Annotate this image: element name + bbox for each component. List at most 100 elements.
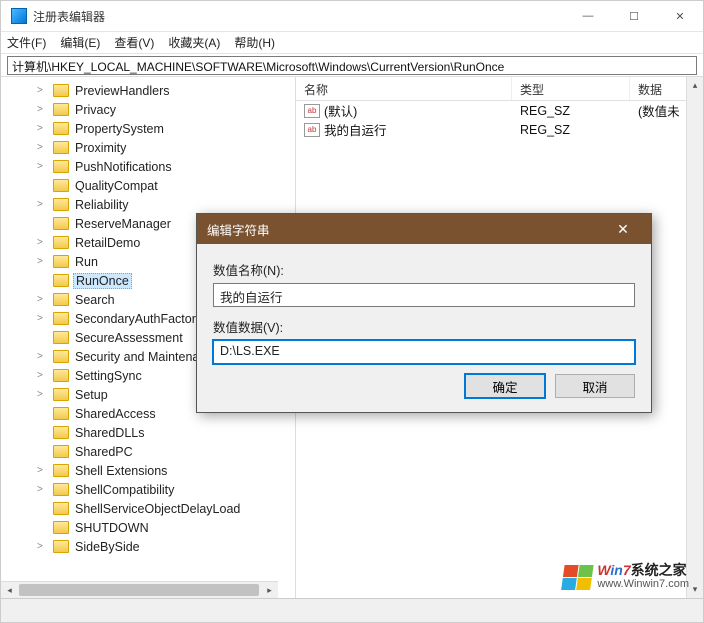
folder-icon: [53, 179, 69, 192]
tree-item-label: SharedPC: [73, 445, 135, 459]
menu-file[interactable]: 文件(F): [7, 34, 46, 51]
cancel-button[interactable]: 取消: [555, 374, 635, 398]
tree-item-label: SharedDLLs: [73, 426, 147, 440]
tree-item-label: QualityCompat: [73, 179, 160, 193]
tree-item-label: RunOnce: [73, 273, 132, 289]
tree-item[interactable]: SharedPC: [1, 442, 295, 461]
folder-icon: [53, 84, 69, 97]
folder-icon: [53, 293, 69, 306]
folder-icon: [53, 141, 69, 154]
value-name-label: 数值名称(N):: [213, 260, 635, 279]
folder-icon: [53, 540, 69, 553]
value-row[interactable]: ab我的自运行REG_SZ: [296, 120, 703, 139]
folder-icon: [53, 388, 69, 401]
scroll-left-icon[interactable]: ◂: [1, 582, 18, 598]
tree-horizontal-scrollbar[interactable]: ◂ ▸: [1, 581, 278, 598]
folder-icon: [53, 274, 69, 287]
values-header: 名称 类型 数据: [296, 77, 703, 101]
tree-item-label: SettingSync: [73, 369, 144, 383]
tree-item[interactable]: >Privacy: [1, 100, 295, 119]
folder-icon: [53, 502, 69, 515]
folder-icon: [53, 103, 69, 116]
window-controls: — ☐ ✕: [565, 1, 703, 31]
scroll-down-icon[interactable]: ▾: [687, 581, 703, 598]
value-name-field[interactable]: 我的自运行: [213, 283, 635, 307]
tree-item[interactable]: SharedDLLs: [1, 423, 295, 442]
address-bar: 计算机\HKEY_LOCAL_MACHINE\SOFTWARE\Microsof…: [1, 54, 703, 76]
address-input[interactable]: 计算机\HKEY_LOCAL_MACHINE\SOFTWARE\Microsof…: [7, 56, 697, 75]
tree-item[interactable]: >Shell Extensions: [1, 461, 295, 480]
tree-item[interactable]: >SideBySide: [1, 537, 295, 556]
tree-item-label: PreviewHandlers: [73, 84, 171, 98]
folder-icon: [53, 483, 69, 496]
folder-icon: [53, 369, 69, 382]
tree-item[interactable]: >Reliability: [1, 195, 295, 214]
edit-string-dialog: 编辑字符串 ✕ 数值名称(N): 我的自运行 数值数据(V): D:\LS.EX…: [196, 213, 652, 413]
folder-icon: [53, 255, 69, 268]
scroll-right-icon[interactable]: ▸: [261, 582, 278, 598]
folder-icon: [53, 122, 69, 135]
tree-item-label: SHUTDOWN: [73, 521, 151, 535]
folder-icon: [53, 464, 69, 477]
folder-icon: [53, 236, 69, 249]
value-data-label: 数值数据(V):: [213, 317, 635, 336]
dialog-buttons: 确定 取消: [213, 374, 635, 398]
tree-item[interactable]: >PushNotifications: [1, 157, 295, 176]
tree-item[interactable]: SHUTDOWN: [1, 518, 295, 537]
scroll-up-icon[interactable]: ▴: [687, 77, 703, 94]
tree-item[interactable]: >Proximity: [1, 138, 295, 157]
menu-edit[interactable]: 编辑(E): [60, 34, 100, 51]
string-value-icon: ab: [304, 123, 320, 137]
folder-icon: [53, 521, 69, 534]
tree-item-label: SecondaryAuthFactor: [73, 312, 198, 326]
watermark: Win7系统之家 www.Winwin7.com: [562, 563, 689, 590]
tree-item-label: Proximity: [73, 141, 128, 155]
dialog-close-button[interactable]: ✕: [605, 216, 641, 242]
tree-item[interactable]: ShellServiceObjectDelayLoad: [1, 499, 295, 518]
tree-item-label: SecureAssessment: [73, 331, 185, 345]
dialog-title: 编辑字符串: [207, 220, 270, 239]
value-data-field[interactable]: D:\LS.EXE: [213, 340, 635, 364]
close-button[interactable]: ✕: [657, 1, 703, 31]
app-icon: [11, 8, 27, 24]
value-name: 我的自运行: [324, 120, 387, 139]
tree-item-label: ShellServiceObjectDelayLoad: [73, 502, 242, 516]
tree-item[interactable]: QualityCompat: [1, 176, 295, 195]
minimize-button[interactable]: —: [565, 1, 611, 31]
folder-icon: [53, 445, 69, 458]
folder-icon: [53, 407, 69, 420]
watermark-url: www.Winwin7.com: [597, 578, 689, 590]
tree-item-label: Run: [73, 255, 100, 269]
value-row[interactable]: ab(默认)REG_SZ(数值未: [296, 101, 703, 120]
dialog-body: 数值名称(N): 我的自运行 数值数据(V): D:\LS.EXE 确定 取消: [197, 244, 651, 412]
tree-item-label: ReserveManager: [73, 217, 173, 231]
folder-icon: [53, 350, 69, 363]
tree-item-label: Setup: [73, 388, 110, 402]
value-type: REG_SZ: [512, 104, 630, 118]
tree-item-label: Privacy: [73, 103, 118, 117]
tree-item[interactable]: >ShellCompatibility: [1, 480, 295, 499]
windows-logo-icon: [561, 564, 594, 589]
scroll-thumb[interactable]: [19, 584, 259, 596]
menu-favorites[interactable]: 收藏夹(A): [168, 34, 220, 51]
tree-item[interactable]: >PreviewHandlers: [1, 81, 295, 100]
folder-icon: [53, 217, 69, 230]
status-bar: [1, 598, 703, 622]
dialog-title-bar[interactable]: 编辑字符串 ✕: [197, 214, 651, 244]
folder-icon: [53, 426, 69, 439]
watermark-brand: Win7系统之家: [597, 563, 689, 578]
col-name[interactable]: 名称: [296, 77, 512, 100]
tree-item-label: SharedAccess: [73, 407, 158, 421]
title-bar: 注册表编辑器 — ☐ ✕: [1, 1, 703, 32]
string-value-icon: ab: [304, 104, 320, 118]
tree-item-label: SideBySide: [73, 540, 142, 554]
menu-view[interactable]: 查看(V): [114, 34, 154, 51]
col-type[interactable]: 类型: [512, 77, 630, 100]
tree-item[interactable]: >PropertySystem: [1, 119, 295, 138]
menu-help[interactable]: 帮助(H): [234, 34, 275, 51]
values-vertical-scrollbar[interactable]: ▴ ▾: [686, 77, 703, 598]
tree-item-label: ShellCompatibility: [73, 483, 176, 497]
values-rows: ab(默认)REG_SZ(数值未ab我的自运行REG_SZ: [296, 101, 703, 139]
ok-button[interactable]: 确定: [465, 374, 545, 398]
maximize-button[interactable]: ☐: [611, 1, 657, 31]
